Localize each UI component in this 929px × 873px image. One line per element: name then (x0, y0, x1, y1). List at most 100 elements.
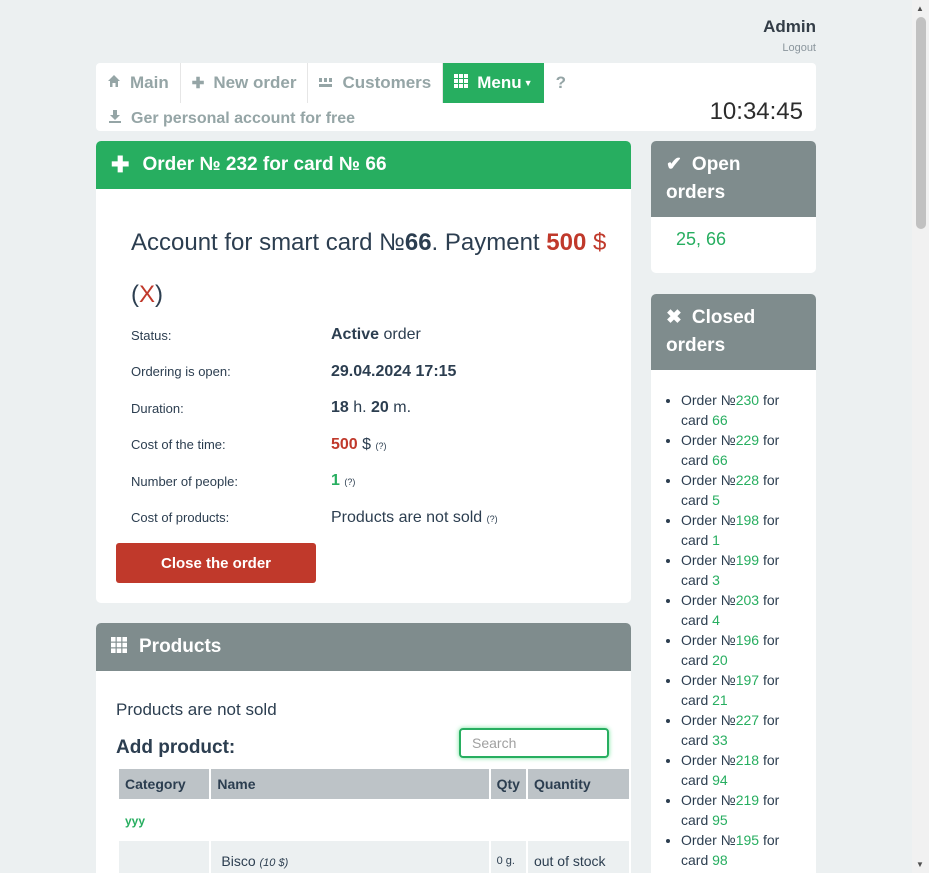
closed-orders-header: ✖ Closed orders (651, 294, 816, 370)
list-item[interactable]: Order №198 for card 1 (681, 510, 805, 550)
grid-icon (111, 636, 127, 658)
products-table: Category Name Qty Quantity yyy Bisco (10… (117, 769, 631, 873)
product-price: (10 $) (259, 857, 289, 869)
tab-customers[interactable]: Customers (308, 63, 444, 103)
duration-row: Duration: 18 h. 20 m. (131, 390, 611, 427)
products-panel-header: Products (96, 623, 631, 671)
order-prefix: Order № (681, 832, 736, 848)
hours-unit: h. (348, 399, 372, 417)
scroll-up-icon[interactable]: ▲ (916, 4, 924, 13)
close-order-button[interactable]: Close the order (116, 543, 316, 583)
close-icon: ✖ (666, 307, 682, 328)
card-number-link[interactable]: 33 (712, 732, 728, 748)
card-number-link[interactable]: 4 (712, 612, 720, 628)
tab-new-order[interactable]: ✚ New order (181, 63, 309, 103)
closed-orders-title-1: Closed (691, 307, 756, 328)
list-item[interactable]: Order №228 for card 5 (681, 470, 805, 510)
download-icon (108, 109, 123, 129)
open-orders-title-2: orders (666, 182, 726, 203)
order-details: Status: Active order Ordering is open: 2… (131, 317, 611, 536)
cost-time-value: 500 (331, 435, 358, 453)
list-item[interactable]: Order №227 for card 33 (681, 710, 805, 750)
order-number-link[interactable]: 203 (736, 592, 759, 608)
list-item[interactable]: Order №203 for card 4 (681, 590, 805, 630)
tab-customers-label: Customers (342, 73, 432, 92)
list-item[interactable]: Order №230 for card 66 (681, 390, 805, 430)
card-number-link[interactable]: 1 (712, 532, 720, 548)
list-item[interactable]: Order №218 for card 94 (681, 750, 805, 790)
order-number-link[interactable]: 218 (736, 752, 759, 768)
table-row[interactable]: Bisco (10 $) 0 g. out of stock (119, 841, 629, 873)
people-value[interactable]: 1 (331, 472, 340, 489)
order-number-link[interactable]: 195 (736, 832, 759, 848)
card-number-link[interactable]: 66 (712, 452, 728, 468)
help-icon[interactable]: (?) (376, 441, 387, 451)
help-icon[interactable]: (?) (344, 477, 355, 487)
category-link[interactable]: yyy (125, 814, 145, 828)
column-name[interactable]: Name (211, 769, 489, 799)
scroll-down-icon[interactable]: ▼ (916, 860, 924, 869)
card-number-link[interactable]: 3 (712, 572, 720, 588)
list-item[interactable]: Order №195 for card 98 (681, 830, 805, 870)
card-number-link[interactable]: 98 (712, 852, 728, 868)
order-number-link[interactable]: 228 (736, 472, 759, 488)
minutes-unit: m. (388, 399, 412, 417)
product-qty: 0 g. (490, 841, 526, 873)
list-item[interactable]: Order №196 for card 20 (681, 630, 805, 670)
personal-account-link[interactable]: Ger personal account for free (108, 109, 355, 129)
column-category[interactable]: Category (119, 769, 210, 799)
list-item[interactable]: Order №219 for card 95 (681, 790, 805, 830)
order-prefix: Order № (681, 472, 736, 488)
tab-menu-label: Menu (477, 73, 522, 92)
page-scrollbar[interactable]: ▲ ▼ (912, 0, 929, 873)
order-number-link[interactable]: 219 (736, 792, 759, 808)
cost-time-row: Cost of the time: 500 $ (?) (131, 427, 611, 464)
cancel-order-link[interactable]: X (139, 281, 155, 308)
tab-main[interactable]: Main (96, 63, 181, 103)
search-input[interactable]: Search (459, 728, 609, 758)
column-qty[interactable]: Qty (490, 769, 526, 799)
card-number-link[interactable]: 95 (712, 812, 728, 828)
order-number-link[interactable]: 227 (736, 712, 759, 728)
card-number-link[interactable]: 66 (712, 412, 728, 428)
order-number-link[interactable]: 230 (736, 392, 759, 408)
card-number-link[interactable]: 21 (712, 692, 728, 708)
scrollbar-thumb[interactable] (916, 17, 926, 229)
column-quantity[interactable]: Quantity (527, 769, 629, 799)
duration-hours: 18 (331, 399, 349, 417)
order-prefix: Order № (681, 632, 736, 648)
order-number-link[interactable]: 197 (736, 672, 759, 688)
list-item[interactable]: Order №199 for card 3 (681, 550, 805, 590)
caret-down-icon: ▼ (523, 78, 533, 88)
open-orders-list[interactable]: 25, 66 (676, 229, 726, 250)
closed-orders-list: Order №230 for card 66Order №229 for car… (681, 390, 805, 870)
payment-amount: 500 (546, 229, 587, 256)
cost-products-row: Cost of products: Products are not sold … (131, 500, 611, 537)
order-number-link[interactable]: 199 (736, 552, 759, 568)
card-number-link[interactable]: 5 (712, 492, 720, 508)
plus-icon: ✚ (111, 152, 130, 177)
user-name: Admin (763, 17, 816, 36)
tab-help[interactable]: ? (544, 63, 579, 103)
order-prefix: Order № (681, 432, 736, 448)
order-number-link[interactable]: 196 (736, 632, 759, 648)
order-prefix: Order № (681, 792, 736, 808)
list-item[interactable]: Order №197 for card 21 (681, 670, 805, 710)
order-prefix: Order № (681, 712, 736, 728)
account-line: Account for smart card №66. Payment 500 … (131, 229, 607, 308)
order-number-link[interactable]: 229 (736, 432, 759, 448)
clock: 10:34:45 (709, 98, 803, 125)
card-number-link[interactable]: 20 (712, 652, 728, 668)
cost-time-label: Cost of the time: (131, 437, 226, 453)
tab-new-order-label: New order (213, 73, 297, 92)
order-number-link[interactable]: 198 (736, 512, 759, 528)
people-row: Number of people: 1 (?) (131, 463, 611, 500)
table-row: yyy (119, 799, 629, 841)
tab-menu-dropdown[interactable]: Menu ▼ (443, 63, 544, 103)
list-item[interactable]: Order №229 for card 66 (681, 430, 805, 470)
help-icon[interactable]: (?) (487, 514, 498, 524)
card-number-link[interactable]: 94 (712, 772, 728, 788)
logout-link[interactable]: Logout (763, 42, 816, 54)
status-value: Active (331, 326, 380, 344)
users-icon (319, 75, 333, 92)
